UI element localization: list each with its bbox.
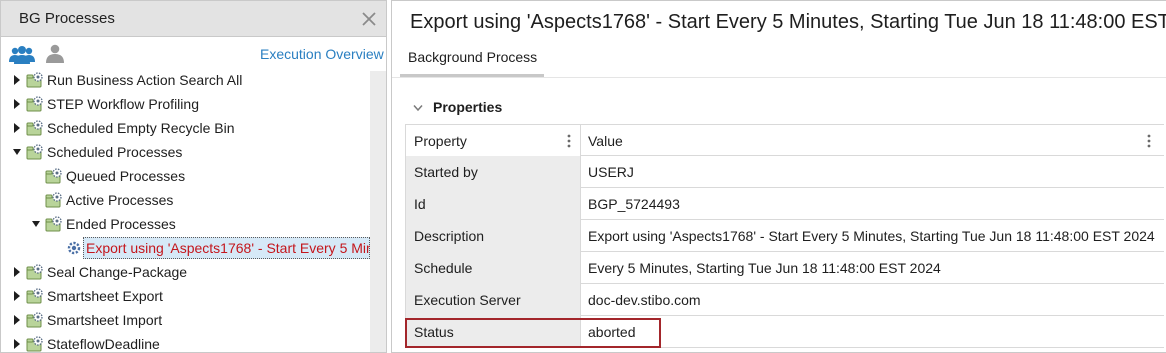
process-folder-icon <box>26 288 43 304</box>
tree-item-label: Scheduled Processes <box>47 144 183 160</box>
expand-right-icon[interactable] <box>13 99 21 109</box>
tree-item-label: Smartsheet Export <box>47 288 163 304</box>
process-folder-icon <box>26 144 43 160</box>
table-row[interactable]: Started by USERJ <box>405 156 1164 188</box>
expand-down-icon[interactable] <box>13 147 21 157</box>
property-value-cell: doc-dev.stibo.com <box>588 292 701 308</box>
tree-item[interactable]: Queued Processes <box>1 165 370 187</box>
process-folder-icon <box>26 312 43 328</box>
column-menu-icon[interactable] <box>1147 134 1151 148</box>
column-header-value-label: Value <box>588 133 623 149</box>
bg-processes-panel: BG Processes Execution Overview Run Busi… <box>0 0 387 353</box>
property-name-cell: Id <box>405 188 581 220</box>
table-row[interactable]: Execution Server doc-dev.stibo.com <box>405 284 1164 316</box>
property-name-cell: Started by <box>405 156 581 188</box>
tree-item[interactable]: Seal Change-Package <box>1 261 370 283</box>
tree-item-label: Scheduled Empty Recycle Bin <box>47 120 235 136</box>
table-header-row: Property Value <box>405 124 1164 157</box>
process-folder-icon <box>26 120 43 136</box>
tab-divider <box>392 77 1166 78</box>
table-row[interactable]: Description Export using 'Aspects1768' - … <box>405 220 1164 252</box>
panel-title: BG Processes <box>19 10 115 27</box>
chevron-down-icon[interactable] <box>413 104 423 112</box>
column-menu-icon[interactable] <box>567 134 571 148</box>
property-name-cell: Schedule <box>405 252 581 284</box>
tree-item[interactable]: Scheduled Empty Recycle Bin <box>1 117 370 139</box>
close-icon[interactable] <box>360 10 378 28</box>
tree-item[interactable]: Export using 'Aspects1768' - Start Every… <box>1 237 374 259</box>
users-icon[interactable] <box>9 45 35 65</box>
process-gear-icon <box>67 241 81 255</box>
tab-background-process[interactable]: Background Process <box>400 41 545 77</box>
process-tree: Run Business Action Search All STEP Workf… <box>1 69 374 352</box>
expand-right-icon[interactable] <box>13 315 21 325</box>
property-value-cell: aborted <box>588 324 636 340</box>
user-icon[interactable] <box>45 44 65 64</box>
property-name-cell: Status <box>405 316 581 348</box>
tree-item-label: Active Processes <box>66 192 174 208</box>
tree-item-label: Ended Processes <box>66 216 176 232</box>
properties-section-title[interactable]: Properties <box>433 99 502 115</box>
tree-item[interactable]: Scheduled Processes <box>1 141 370 163</box>
property-value-cell: USERJ <box>588 164 634 180</box>
process-folder-icon <box>45 168 62 184</box>
property-name-cell: Execution Server <box>405 284 581 316</box>
process-folder-icon <box>45 192 62 208</box>
tree-item-label: STEP Workflow Profiling <box>47 96 199 112</box>
process-folder-icon <box>45 216 62 232</box>
column-header-value[interactable]: Value <box>581 125 1164 157</box>
column-header-property-label: Property <box>414 133 467 149</box>
table-row[interactable]: Id BGP_5724493 <box>405 188 1164 220</box>
tree-item-label: Run Business Action Search All <box>47 72 243 88</box>
expand-right-icon[interactable] <box>13 339 21 349</box>
expand-right-icon[interactable] <box>13 291 21 301</box>
expand-right-icon[interactable] <box>13 75 21 85</box>
table-row[interactable]: Schedule Every 5 Minutes, Starting Tue Ju… <box>405 252 1164 284</box>
tree-scrollbar[interactable] <box>370 71 386 352</box>
process-folder-icon <box>26 96 43 112</box>
expand-down-icon[interactable] <box>32 219 40 229</box>
table-row[interactable]: Status aborted <box>405 316 1164 348</box>
expand-right-icon[interactable] <box>13 123 21 133</box>
tree-item[interactable]: StateflowDeadline <box>1 333 370 352</box>
tree-item[interactable]: Active Processes <box>1 189 370 211</box>
process-detail-panel: Export using 'Aspects1768' - Start Every… <box>391 0 1166 353</box>
tree-item-label: Export using 'Aspects1768' - Start Every… <box>86 240 374 256</box>
tree-item-label: StateflowDeadline <box>47 336 160 352</box>
process-title: Export using 'Aspects1768' - Start Every… <box>410 11 1166 33</box>
tree-item-label: Seal Change-Package <box>47 264 188 280</box>
process-folder-icon <box>26 336 43 352</box>
panel-header: BG Processes <box>1 1 386 37</box>
execution-overview-link[interactable]: Execution Overview <box>260 46 384 62</box>
property-name-cell: Description <box>405 220 581 252</box>
tree-item-label: Smartsheet Import <box>47 312 163 328</box>
tree-item[interactable]: Ended Processes <box>1 213 370 235</box>
tree-item[interactable]: Smartsheet Export <box>1 285 370 307</box>
property-value-cell: Export using 'Aspects1768' - Start Every… <box>588 228 1155 244</box>
tree-item[interactable]: Smartsheet Import <box>1 309 370 331</box>
tree-item-label: Queued Processes <box>66 168 186 184</box>
property-value-cell: BGP_5724493 <box>588 196 680 212</box>
column-header-property[interactable]: Property <box>405 125 581 157</box>
tree-item[interactable]: STEP Workflow Profiling <box>1 93 370 115</box>
panel-toolbar: Execution Overview <box>1 37 386 69</box>
expand-right-icon[interactable] <box>13 267 21 277</box>
process-folder-icon <box>26 264 43 280</box>
tree-item[interactable]: Run Business Action Search All <box>1 69 370 91</box>
process-folder-icon <box>26 72 43 88</box>
property-value-cell: Every 5 Minutes, Starting Tue Jun 18 11:… <box>588 260 941 276</box>
